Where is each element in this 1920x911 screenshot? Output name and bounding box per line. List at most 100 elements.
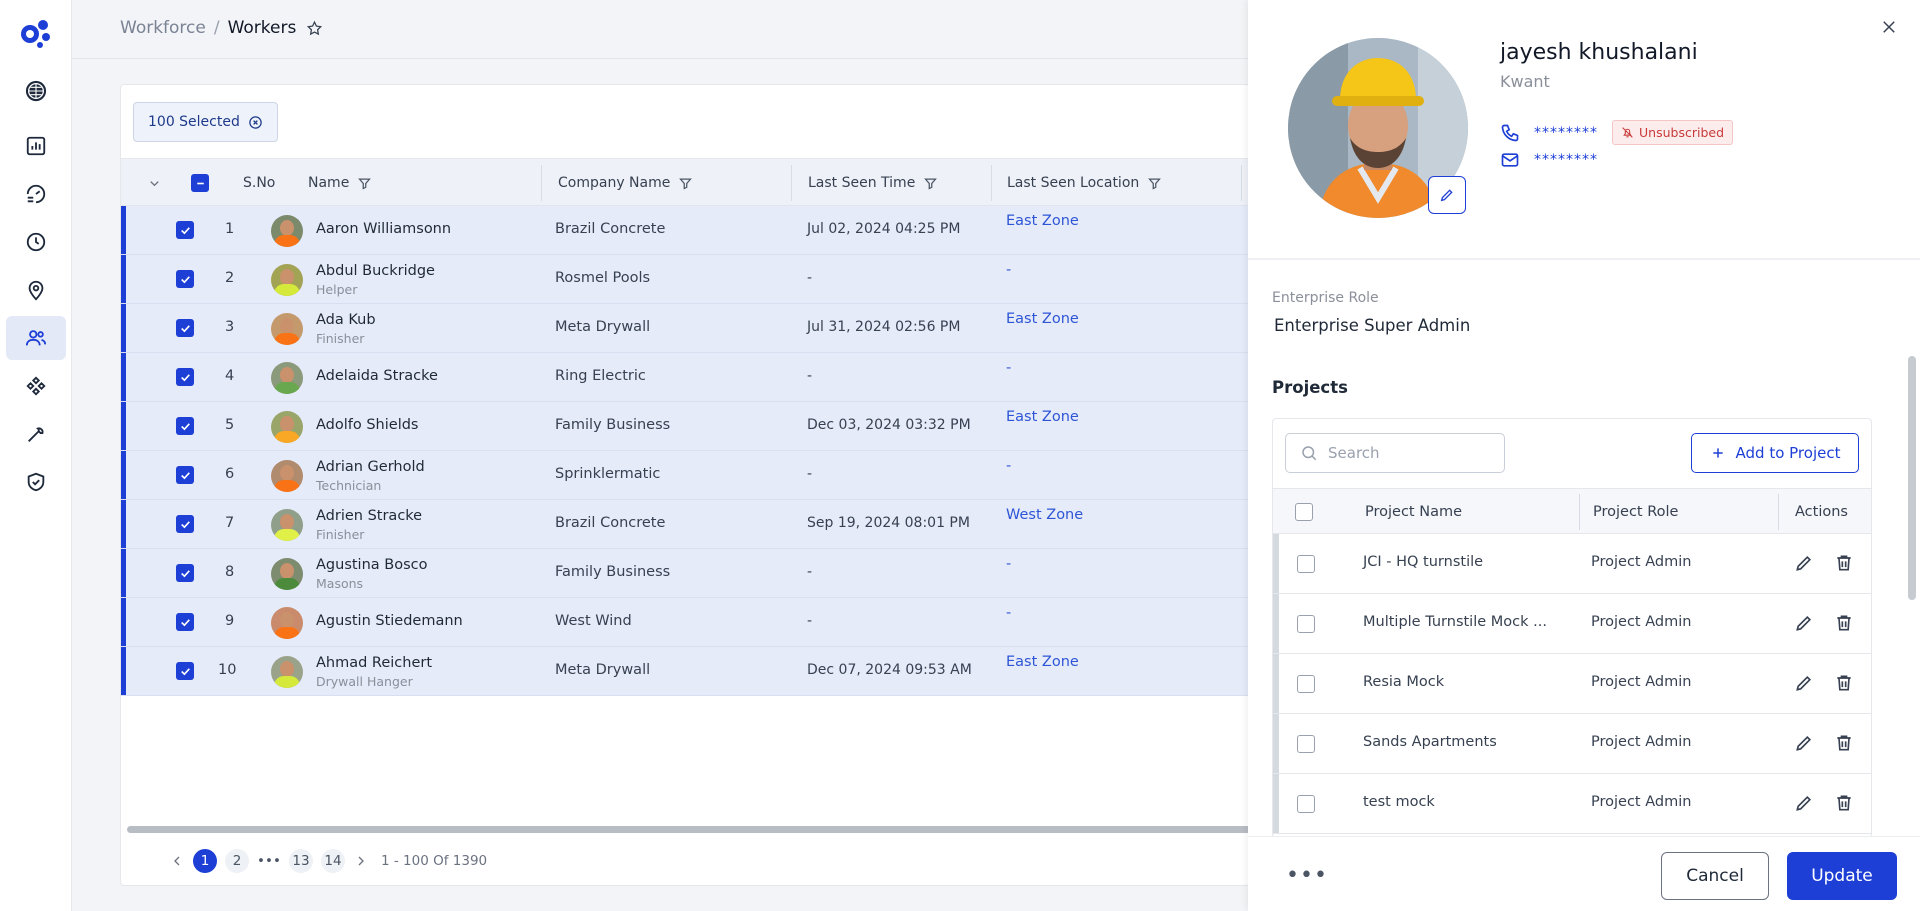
delete-icon[interactable] [1834, 553, 1854, 573]
project-row[interactable]: test mock Project Admin [1273, 774, 1871, 834]
select-all-checkbox[interactable] [191, 159, 209, 207]
page-14[interactable]: 14 [321, 849, 345, 873]
table-row[interactable]: 2 Abdul Buckridge Helper Rosmel Pools - … [121, 255, 1249, 304]
row-checkbox[interactable] [176, 564, 194, 582]
filter-icon[interactable] [357, 176, 372, 191]
row-checkbox[interactable] [176, 368, 194, 386]
filter-icon[interactable] [923, 176, 938, 191]
add-to-project-button[interactable]: Add to Project [1691, 433, 1859, 473]
row-name[interactable]: Adelaida Stracke [316, 368, 438, 384]
edit-icon[interactable] [1794, 733, 1814, 753]
row-checkbox[interactable] [176, 221, 194, 239]
edit-icon[interactable] [1794, 613, 1814, 633]
row-name[interactable]: Abdul Buckridge [316, 263, 435, 279]
row-last-seen-location[interactable]: East Zone [1006, 409, 1079, 425]
nav-tools-icon[interactable] [6, 412, 66, 456]
project-checkbox[interactable] [1297, 735, 1315, 753]
row-checkbox[interactable] [176, 466, 194, 484]
table-row[interactable]: 5 Adolfo Shields Family Business Dec 03,… [121, 402, 1249, 451]
table-row[interactable]: 4 Adelaida Stracke Ring Electric - - [121, 353, 1249, 402]
nav-clock-icon[interactable] [6, 220, 66, 264]
row-last-seen-location[interactable]: East Zone [1006, 213, 1079, 229]
expand-all-icon[interactable] [147, 159, 162, 207]
horizontal-scrollbar[interactable] [127, 826, 1249, 833]
panel-scrollbar[interactable] [1908, 356, 1916, 600]
row-name[interactable]: Adrien Stracke [316, 508, 422, 524]
update-button[interactable]: Update [1787, 852, 1897, 900]
delete-icon[interactable] [1834, 793, 1854, 813]
table-row[interactable]: 6 Adrian Gerhold Technician Sprinklermat… [121, 451, 1249, 500]
edit-photo-button[interactable] [1428, 176, 1466, 214]
row-last-seen-location[interactable]: East Zone [1006, 311, 1079, 327]
breadcrumb-parent[interactable]: Workforce [120, 18, 206, 38]
selected-chip[interactable]: 100 Selected [133, 102, 278, 142]
delete-icon[interactable] [1834, 613, 1854, 633]
filter-icon[interactable] [678, 176, 693, 191]
table-row[interactable]: 8 Agustina Bosco Masons Family Business … [121, 549, 1249, 598]
project-row[interactable]: Sands Apartments Project Admin [1273, 714, 1871, 774]
page-13[interactable]: 13 [289, 849, 313, 873]
page-1[interactable]: 1 [193, 849, 217, 873]
row-last-seen-location[interactable]: - [1006, 556, 1011, 572]
row-checkbox[interactable] [176, 417, 194, 435]
row-name[interactable]: Agustin Stiedemann [316, 613, 463, 629]
star-icon[interactable] [306, 20, 323, 37]
row-name[interactable]: Adolfo Shields [316, 417, 418, 433]
col-name-label: Name [308, 175, 350, 191]
delete-icon[interactable] [1834, 673, 1854, 693]
edit-icon[interactable] [1794, 793, 1814, 813]
project-row[interactable]: Multiple Turnstile Mock ... Project Admi… [1273, 594, 1871, 654]
next-page-icon[interactable] [353, 853, 369, 869]
table-row[interactable]: 10 Ahmad Reichert Drywall Hanger Meta Dr… [121, 647, 1249, 696]
row-name[interactable]: Adrian Gerhold [316, 459, 425, 475]
delete-icon[interactable] [1834, 733, 1854, 753]
project-checkbox[interactable] [1297, 675, 1315, 693]
edit-icon[interactable] [1794, 553, 1814, 573]
row-checkbox[interactable] [176, 515, 194, 533]
cancel-button[interactable]: Cancel [1661, 852, 1769, 900]
filter-icon[interactable] [1147, 176, 1162, 191]
nav-reports-icon[interactable] [6, 124, 66, 168]
row-last-seen-location[interactable]: East Zone [1006, 654, 1079, 670]
nav-dashboard-icon[interactable] [6, 172, 66, 216]
edit-icon[interactable] [1794, 673, 1814, 693]
clear-selection-icon[interactable] [248, 115, 263, 130]
table-row[interactable]: 3 Ada Kub Finisher Meta Drywall Jul 31, … [121, 304, 1249, 353]
col-actions: Actions [1795, 504, 1848, 520]
nav-globe-icon[interactable] [6, 69, 66, 113]
row-last-seen-location[interactable]: - [1006, 262, 1011, 278]
table-row[interactable]: 7 Adrien Stracke Finisher Brazil Concret… [121, 500, 1249, 549]
row-name[interactable]: Ada Kub [316, 312, 376, 328]
nav-modules-icon[interactable] [6, 364, 66, 408]
projects-select-all[interactable] [1295, 489, 1313, 535]
nav-shield-icon[interactable] [6, 460, 66, 504]
project-row[interactable]: Resia Mock Project Admin [1273, 654, 1871, 714]
project-row[interactable]: JCI - HQ turnstile Project Admin [1273, 534, 1871, 594]
row-last-seen-location[interactable]: - [1006, 360, 1011, 376]
nav-location-icon[interactable] [6, 268, 66, 312]
sidebar [0, 0, 72, 911]
table-row[interactable]: 1 Aaron Williamsonn Brazil Concrete Jul … [121, 206, 1249, 255]
project-checkbox[interactable] [1297, 795, 1315, 813]
project-checkbox[interactable] [1297, 555, 1315, 573]
project-search-input[interactable]: Search [1285, 433, 1505, 473]
prev-page-icon[interactable] [169, 853, 185, 869]
close-icon[interactable] [1880, 18, 1898, 36]
row-checkbox[interactable] [176, 613, 194, 631]
row-name[interactable]: Agustina Bosco [316, 557, 427, 573]
project-checkbox[interactable] [1297, 615, 1315, 633]
row-checkbox[interactable] [176, 270, 194, 288]
page-2[interactable]: 2 [225, 849, 249, 873]
more-options-icon[interactable]: ••• [1286, 863, 1328, 888]
row-name[interactable]: Ahmad Reichert [316, 655, 432, 671]
page-ellipsis[interactable]: ••• [257, 849, 281, 873]
row-last-seen-location[interactable]: West Zone [1006, 507, 1083, 523]
row-name[interactable]: Aaron Williamsonn [316, 221, 451, 237]
row-checkbox[interactable] [176, 662, 194, 680]
app-logo-icon[interactable] [19, 15, 53, 49]
row-checkbox[interactable] [176, 319, 194, 337]
row-last-seen-location[interactable]: - [1006, 458, 1011, 474]
table-row[interactable]: 9 Agustin Stiedemann West Wind - - [121, 598, 1249, 647]
row-last-seen-location[interactable]: - [1006, 605, 1011, 621]
nav-workers-icon[interactable] [6, 316, 66, 360]
